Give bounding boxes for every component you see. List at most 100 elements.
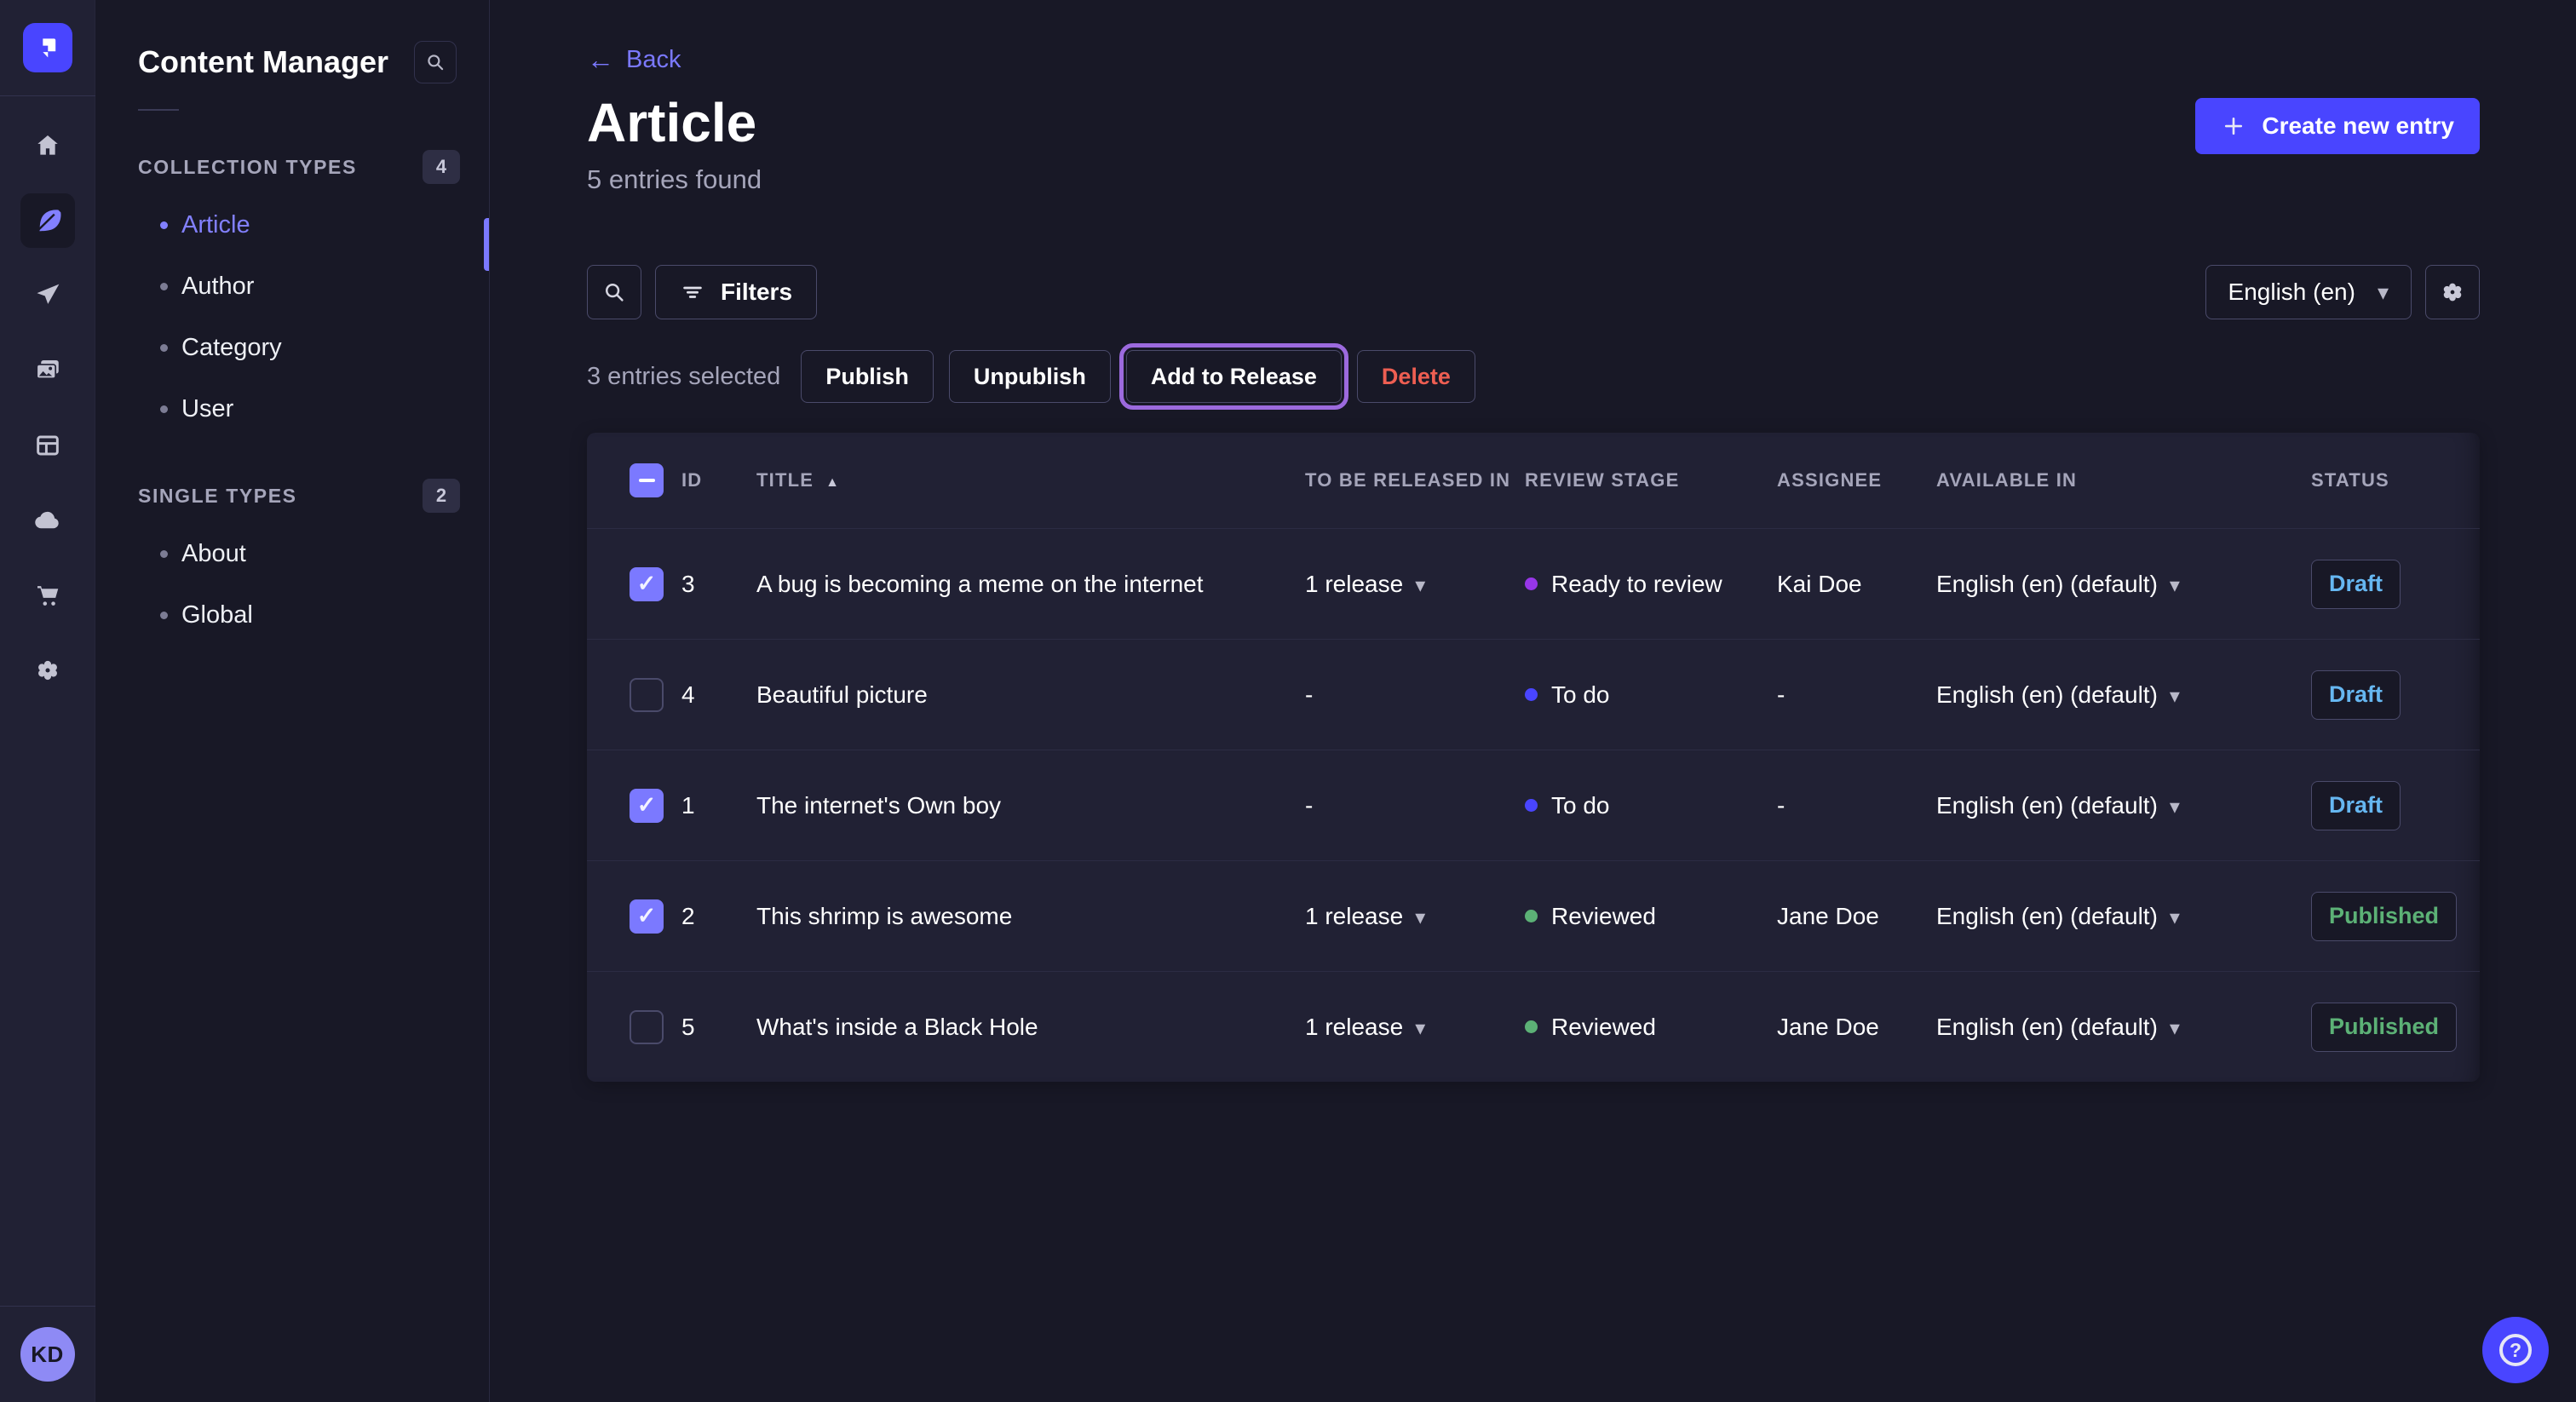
column-assignee[interactable]: ASSIGNEE (1777, 469, 1936, 491)
section-header[interactable]: SINGLE TYPES 2 (95, 477, 489, 514)
stage-dot (1525, 688, 1538, 701)
row-checkbox[interactable] (630, 899, 664, 934)
cell-available-in[interactable]: English (en) (default) (1936, 681, 2311, 709)
select-all-checkbox[interactable] (630, 463, 664, 497)
add-to-release-button[interactable]: Add to Release (1126, 350, 1342, 403)
section-header[interactable]: COLLECTION TYPES 4 (95, 148, 489, 186)
nav-releases[interactable] (20, 268, 75, 323)
divider (138, 109, 179, 111)
row-checkbox[interactable] (630, 678, 664, 712)
table-row[interactable]: 4 Beautiful picture - To do - English (e… (587, 639, 2480, 750)
chevron-down-icon (2170, 903, 2180, 930)
cell-title: Beautiful picture (756, 681, 1305, 709)
search-button[interactable] (587, 265, 641, 319)
cloud-icon (33, 506, 62, 535)
gear-icon (34, 657, 61, 684)
nav-home[interactable] (20, 118, 75, 173)
cell-release[interactable]: - (1305, 792, 1525, 819)
nav-marketplace[interactable] (20, 568, 75, 623)
filter-icon (680, 279, 705, 305)
cell-assignee: - (1777, 792, 1936, 819)
rail-footer: KD (0, 1306, 95, 1402)
nav-deploy[interactable] (20, 493, 75, 548)
cell-id: 1 (681, 792, 756, 819)
nav-content-type-builder[interactable] (20, 418, 75, 473)
cell-available-in[interactable]: English (en) (default) (1936, 571, 2311, 598)
strapi-logo[interactable] (23, 23, 72, 72)
column-id[interactable]: ID (681, 469, 756, 491)
cell-release[interactable]: 1 release (1305, 903, 1525, 930)
plus-icon (2221, 113, 2246, 139)
gear-icon (2440, 279, 2465, 305)
sidebar-item-about[interactable]: About (95, 523, 489, 584)
table-row[interactable]: 3 A bug is becoming a meme on the intern… (587, 528, 2480, 639)
feather-icon (33, 206, 62, 235)
bullet-icon (160, 283, 168, 290)
cell-id: 5 (681, 1014, 756, 1041)
cell-title: This shrimp is awesome (756, 903, 1305, 930)
sidebar-item-article[interactable]: Article (95, 194, 489, 256)
sidebar-item-user[interactable]: User (95, 378, 489, 440)
cell-release[interactable]: 1 release (1305, 571, 1525, 598)
delete-button[interactable]: Delete (1357, 350, 1475, 403)
status-badge: Published (2311, 892, 2457, 941)
column-to-be-released-in[interactable]: TO BE RELEASED IN (1305, 469, 1525, 491)
chevron-down-icon (1415, 571, 1425, 598)
user-avatar[interactable]: KD (20, 1327, 75, 1382)
help-button[interactable] (2482, 1317, 2549, 1383)
cell-review-stage: Reviewed (1525, 1014, 1777, 1041)
section-count-badge: 4 (423, 150, 460, 184)
table-row[interactable]: 5 What's inside a Black Hole 1 release R… (587, 971, 2480, 1082)
row-checkbox[interactable] (630, 789, 664, 823)
table-row[interactable]: 2 This shrimp is awesome 1 release Revie… (587, 860, 2480, 971)
cell-id: 2 (681, 903, 756, 930)
nav-media-library[interactable] (20, 343, 75, 398)
column-title[interactable]: TITLE (756, 469, 1305, 491)
row-checkbox[interactable] (630, 567, 664, 601)
cell-status: Draft (2311, 560, 2480, 609)
publish-button[interactable]: Publish (801, 350, 934, 403)
sidebar-item-global[interactable]: Global (95, 584, 489, 646)
cell-id: 4 (681, 681, 756, 709)
column-available-in[interactable]: AVAILABLE IN (1936, 469, 2311, 491)
cell-status: Draft (2311, 670, 2480, 720)
row-checkbox[interactable] (630, 1010, 664, 1044)
cell-title: A bug is becoming a meme on the internet (756, 571, 1305, 598)
sidebar-item-author[interactable]: Author (95, 256, 489, 317)
cell-release[interactable]: - (1305, 681, 1525, 709)
cell-available-in[interactable]: English (en) (default) (1936, 903, 2311, 930)
sidebar-search-button[interactable] (414, 41, 457, 83)
status-badge: Draft (2311, 781, 2401, 830)
cell-available-in[interactable]: English (en) (default) (1936, 1014, 2311, 1041)
back-link[interactable]: Back (587, 44, 681, 76)
sidebar-item-category[interactable]: Category (95, 317, 489, 378)
locale-select[interactable]: English (en) (2205, 265, 2412, 319)
chevron-down-icon (1415, 903, 1425, 930)
cell-status: Published (2311, 1003, 2480, 1052)
nav-content-manager[interactable] (20, 193, 75, 248)
section-label: SINGLE TYPES (138, 485, 297, 508)
view-settings-button[interactable] (2425, 265, 2480, 319)
table-row[interactable]: 1 The internet's Own boy - To do - Engli… (587, 750, 2480, 860)
layout-icon (34, 432, 61, 459)
table-header-row: ID TITLE TO BE RELEASED IN REVIEW STAGE … (587, 433, 2480, 528)
bullet-icon (160, 405, 168, 413)
nav-settings[interactable] (20, 643, 75, 698)
unpublish-button[interactable]: Unpublish (949, 350, 1111, 403)
chevron-down-icon (2378, 279, 2389, 306)
cell-status: Draft (2311, 781, 2480, 830)
create-new-entry-button[interactable]: Create new entry (2195, 98, 2480, 154)
chevron-down-icon (2170, 681, 2180, 709)
cell-assignee: Kai Doe (1777, 571, 1936, 598)
column-status[interactable]: STATUS (2311, 469, 2480, 491)
selection-bar: 3 entries selected Publish Unpublish Add… (587, 349, 2480, 404)
sidebar-title: Content Manager (138, 44, 388, 80)
cell-available-in[interactable]: English (en) (default) (1936, 792, 2311, 819)
filters-button[interactable]: Filters (655, 265, 817, 319)
cell-title: What's inside a Black Hole (756, 1014, 1305, 1041)
arrow-left-icon (587, 44, 614, 76)
column-review-stage[interactable]: REVIEW STAGE (1525, 469, 1777, 491)
cell-release[interactable]: 1 release (1305, 1014, 1525, 1041)
cell-review-stage: To do (1525, 792, 1777, 819)
chevron-down-icon (2170, 792, 2180, 819)
